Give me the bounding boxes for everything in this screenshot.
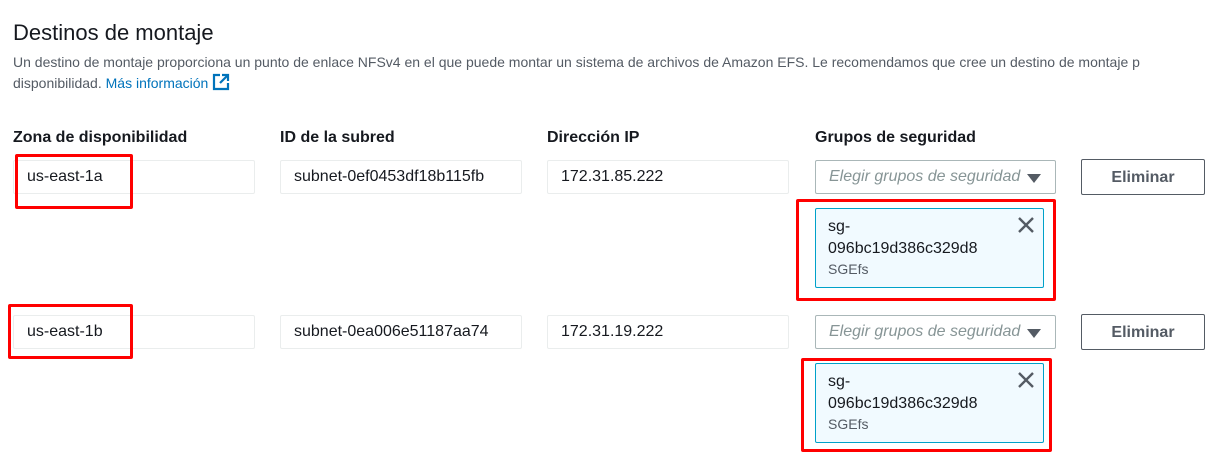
token-name-2: SGEfs [828, 416, 869, 432]
token-id-1: 096bc19d386c329d8 [828, 240, 978, 257]
token-id-prefix-2: sg- [828, 373, 851, 390]
security-group-token-2: sg- 096bc19d386c329d8 SGEfs [815, 363, 1044, 443]
caret-down-icon [1027, 174, 1041, 183]
remove-button-1[interactable]: Eliminar [1081, 159, 1205, 195]
ip-field-1[interactable]: 172.31.85.222 [547, 160, 789, 194]
column-header-subnet: ID de la subred [280, 129, 395, 146]
close-icon[interactable] [1017, 216, 1035, 234]
learn-more-label: Más información [105, 75, 209, 91]
section-description: Un destino de montaje proporciona un pun… [13, 52, 1228, 97]
section-title: Destinos de montaje [13, 20, 214, 45]
mount-targets-section: Destinos de montaje Un destino de montaj… [0, 0, 1228, 460]
security-group-placeholder-2: Elegir grupos de seguridad [829, 323, 1021, 340]
learn-more-link[interactable]: Más información [105, 73, 231, 91]
security-group-token-1: sg- 096bc19d386c329d8 SGEfs [815, 208, 1044, 288]
description-line-1: Un destino de montaje proporciona un pun… [13, 54, 1140, 70]
az-field-1[interactable]: us-east-1a [13, 160, 255, 194]
caret-down-icon [1027, 329, 1041, 338]
token-id-2: 096bc19d386c329d8 [828, 395, 978, 412]
remove-button-2[interactable]: Eliminar [1081, 314, 1205, 350]
az-field-2[interactable]: us-east-1b [13, 315, 255, 349]
security-group-placeholder-1: Elegir grupos de seguridad [829, 168, 1021, 185]
security-group-select-2[interactable]: Elegir grupos de seguridad [815, 315, 1056, 349]
security-group-select-1[interactable]: Elegir grupos de seguridad [815, 160, 1056, 194]
ip-field-2[interactable]: 172.31.19.222 [547, 315, 789, 349]
description-line-2: disponibilidad. [13, 75, 102, 91]
subnet-field-1[interactable]: subnet-0ef0453df18b115fb [280, 160, 522, 194]
column-header-az: Zona de disponibilidad [13, 129, 188, 146]
column-header-security-groups: Grupos de seguridad [815, 129, 976, 146]
token-name-1: SGEfs [828, 261, 869, 277]
token-id-prefix-1: sg- [828, 218, 851, 235]
column-header-ip: Dirección IP [547, 129, 640, 146]
close-icon[interactable] [1017, 371, 1035, 389]
description-line-2-wrap: disponibilidad. Más información [13, 73, 1228, 97]
subnet-field-2[interactable]: subnet-0ea006e51187aa74 [280, 315, 522, 349]
external-link-icon [212, 73, 230, 97]
